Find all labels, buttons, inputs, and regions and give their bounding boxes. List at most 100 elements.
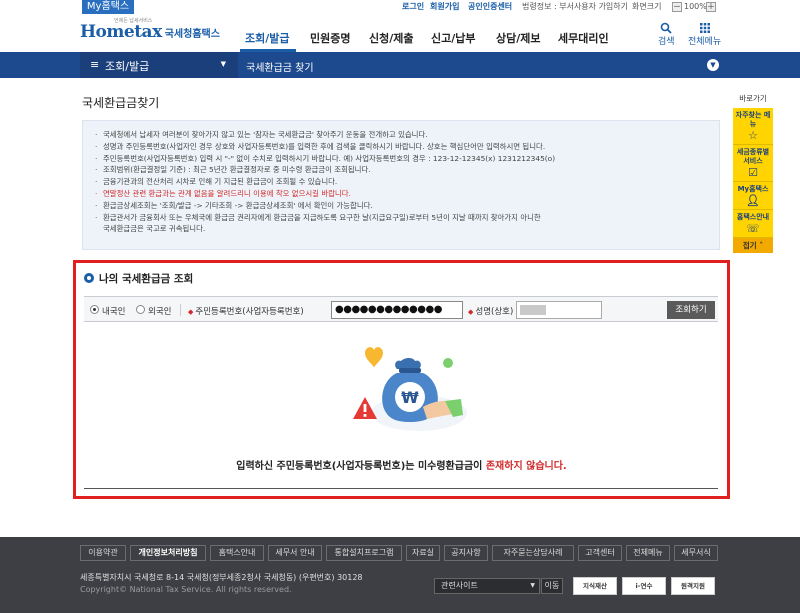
caret-down-icon: ▼ — [220, 60, 226, 68]
result-message: 입력하신 주민등록번호(사업자등록번호)는 미수령환급금이 존재하지 않습니다. — [236, 461, 567, 472]
top-utility-bar: My홈택스 로그인 회원가입 공인인증센터 법령정보 : 부서사용자 가입하기 … — [0, 0, 800, 14]
notice-box: 국세청에서 납세자 여러분이 찾아가지 않고 있는 '잠자는 국세환급금' 찾아… — [82, 120, 720, 250]
foreigner-radio[interactable] — [136, 305, 145, 314]
result-highlight: 존재하지 않습니다. — [485, 461, 567, 472]
notice-item: 성명과 주민등록번호(사업자인 경우 상호와 사업자등록번호)를 입력한 후에 … — [95, 141, 707, 153]
quick-links-bar: 바로가기 자주찾는 메뉴 ☆ 세금종류별 서비스 ☑ My홈택스 👤︎ 홈택스안… — [733, 93, 773, 253]
search-form: 내국인 외국인 ◆ 주민등록번호(사업자등록번호) ●●●●●●●●●●●●● ◆… — [84, 296, 718, 322]
search-label: 검색 — [658, 37, 675, 47]
foreigner-label: 외국인 — [148, 307, 172, 317]
nav-civil-certificates[interactable]: 민원증명 — [310, 30, 350, 46]
id-number-label: ◆ 주민등록번호(사업자등록번호) — [188, 307, 304, 317]
domestic-radio[interactable] — [90, 305, 99, 314]
category-menu-label: 조회/발급 — [105, 60, 150, 73]
login-link[interactable]: 로그인 — [402, 1, 424, 13]
notice-list: 국세청에서 납세자 여러분이 찾아가지 않고 있는 '잠자는 국세환급금' 찾아… — [95, 129, 707, 235]
zoom-label: 화면크기 — [632, 2, 662, 11]
refund-inquiry-panel: 나의 국세환급금 조회 내국인 외국인 ◆ 주민등록번호(사업자등록번호) ●●●… — [73, 260, 730, 499]
logo-tagline: 언제든 납세서비스 — [114, 18, 153, 24]
notice-item: 조회범위(환급결정일 기준) : 최근 5년간 환급결정자로 중 미수령 환급금… — [95, 164, 707, 176]
footer-archive-link[interactable]: 자료실 — [406, 545, 440, 561]
help-icon: ☏ — [746, 222, 760, 235]
allmenu-label: 전체메뉴 — [688, 37, 722, 47]
quick-favorites[interactable]: 자주찾는 메뉴 ☆ — [733, 108, 773, 145]
cert-center-link[interactable]: 공인인증센터 — [468, 1, 512, 13]
notice-item: 국세청에서 납세자 여러분이 찾아가지 않고 있는 '잠자는 국세환급금' 찾아… — [95, 129, 707, 141]
breadcrumb[interactable]: 국세환급금 찾기 — [246, 59, 314, 74]
panel-bottom-rule — [84, 488, 718, 489]
divider — [180, 304, 181, 316]
zoom-out-button[interactable]: － — [672, 2, 682, 12]
id-number-input[interactable]: ●●●●●●●●●●●●● — [331, 301, 463, 319]
quick-tax-services[interactable]: 세금종류별 서비스 ☑ — [733, 145, 773, 182]
leaf-icon — [443, 358, 453, 368]
related-sites-select[interactable]: 관련사이트 ▼ — [434, 578, 540, 594]
section-title-text: 나의 국세환급금 조회 — [99, 273, 194, 285]
footer-forms-link[interactable]: 세무서식 — [674, 545, 718, 561]
domestic-label: 내국인 — [102, 307, 126, 317]
sub-navigation-bar: ≡ 조회/발급 ▼ 국세환급금 찾기 ▼ — [0, 52, 800, 78]
bullet-icon — [84, 273, 94, 283]
footer-allmenu-link[interactable]: 전체메뉴 — [626, 545, 670, 561]
heart-icon — [365, 347, 383, 368]
search-icon — [660, 22, 672, 34]
quick-my-hometax[interactable]: My홈택스 👤︎ — [733, 182, 773, 210]
notice-item: 주민등록번호(사업자등록번호) 입력 시 "-" 없이 수치로 입력하시기 바랍… — [95, 153, 707, 165]
certification-badge[interactable]: i-연수 — [622, 577, 666, 595]
site-footer: 이용약관 개인정보처리방침 홈택스안내 세무서 안내 통합설치프로그램 자료실 … — [0, 537, 800, 613]
hometax-logo[interactable]: 언제든 납세서비스 Hometax 국세청홈택스 — [80, 18, 220, 42]
footer-terms-link[interactable]: 이용약관 — [80, 545, 126, 561]
quick-hometax-guide[interactable]: 홈택스안내 ☏ — [733, 210, 773, 238]
zoom-in-button[interactable]: ＋ — [706, 2, 716, 12]
quick-collapse-button[interactable]: 접기 ˄ — [733, 238, 773, 253]
footer-guide-link[interactable]: 홈택스안내 — [210, 545, 264, 561]
nav-filing-payment[interactable]: 신고/납부 — [431, 30, 476, 46]
header-search-button[interactable]: 검색 — [658, 22, 675, 47]
required-mark-icon: ◆ — [188, 308, 194, 316]
section-title: 나의 국세환급금 조회 — [84, 271, 193, 286]
footer-support-link[interactable]: 고객센터 — [578, 545, 622, 561]
footer-address: 세종특별자치시 국세청로 8-14 국세청(정부세종2청사 국세청동) (우편번… — [80, 573, 363, 582]
signup-link[interactable]: 회원가입 — [430, 1, 459, 13]
star-icon: ☆ — [748, 129, 758, 142]
logo-text: Hometax — [80, 22, 162, 42]
notice-item: 환급관서가 금융회사 또는 우체국에 환급금 권리자에게 환급금을 지급하도록 … — [95, 212, 707, 224]
search-button[interactable]: 조회하기 — [667, 301, 715, 319]
money-bag-illustration: ₩ — [353, 347, 467, 431]
notice-item: 국세환급금은 국고로 귀속됩니다. — [103, 224, 206, 234]
required-mark-icon: ◆ — [468, 308, 474, 316]
won-sign-icon: ₩ — [401, 388, 419, 407]
footer-install-link[interactable]: 통합설치프로그램 — [326, 545, 402, 561]
nav-consult-report[interactable]: 상담/제보 — [496, 30, 541, 46]
chevron-down-icon[interactable]: ▼ — [707, 59, 719, 71]
zoom-value: 100% — [684, 2, 707, 11]
my-hometax-tab[interactable]: My홈택스 — [82, 0, 134, 14]
header-allmenu-button[interactable]: 전체메뉴 — [688, 22, 721, 47]
notice-item: 금융기관과의 전산처리 시차로 인해 기 지급된 환급금이 조회될 수 있습니다… — [95, 176, 707, 188]
footer-taxoffice-link[interactable]: 세무서 안내 — [268, 545, 322, 561]
name-input[interactable] — [516, 301, 602, 319]
masked-name — [520, 305, 546, 315]
category-menu-dropdown[interactable]: ≡ 조회/발급 ▼ — [80, 52, 238, 78]
page-title: 국세환급금찾기 — [82, 96, 160, 110]
logo-korean: 국세청홈택스 — [164, 29, 220, 40]
hamburger-icon: ≡ — [90, 58, 100, 71]
footer-privacy-link[interactable]: 개인정보처리방침 — [130, 545, 206, 561]
ip-badge[interactable]: 지식재산 — [573, 577, 617, 595]
notice-item: 환급금상세조회는 '조회/발급 -> 기타조회 -> 환급금상세조회' 에서 확… — [95, 200, 707, 212]
footer-notice-link[interactable]: 공지사항 — [444, 545, 488, 561]
remote-support-badge[interactable]: 원격지원 — [671, 577, 715, 595]
grid-icon — [699, 23, 710, 33]
notice-link[interactable]: 법령정보 : 부서사용자 가입하기 — [522, 1, 628, 13]
notice-item: 연말정산 관련 환급과는 관계 없음을 알려드리니 이용에 착오 없으시길 바랍… — [95, 188, 707, 200]
related-sites-go-button[interactable]: 이동 — [541, 578, 563, 594]
footer-faq-link[interactable]: 자주묻는상담사례 — [492, 545, 574, 561]
person-icon: 👤︎ — [746, 194, 760, 207]
nav-tax-agent[interactable]: 세무대리인 — [558, 30, 609, 46]
nav-application-submission[interactable]: 신청/제출 — [369, 30, 414, 46]
quick-title: 바로가기 — [739, 94, 767, 103]
name-label: ◆ 성명(상호) — [468, 307, 514, 317]
checkbox-icon: ☑ — [748, 166, 758, 179]
chevron-down-icon: ▼ — [530, 582, 535, 589]
nav-inquiry-issuance[interactable]: 조회/발급 — [245, 30, 290, 46]
